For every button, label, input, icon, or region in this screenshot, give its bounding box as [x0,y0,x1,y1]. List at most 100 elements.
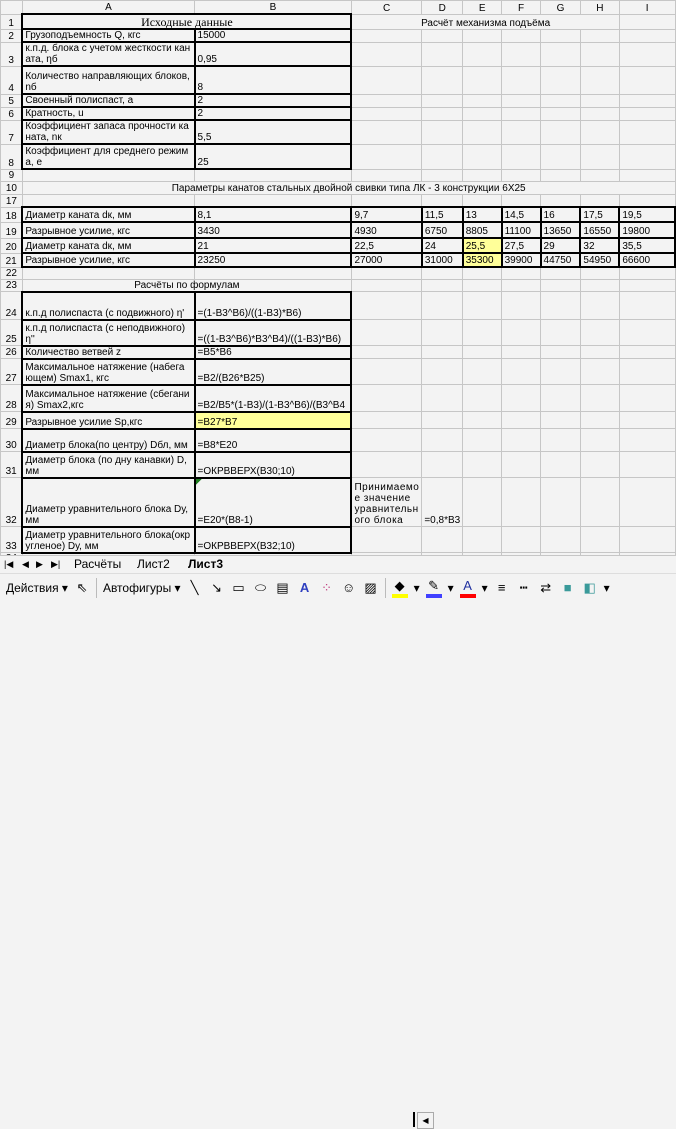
cell-C28[interactable] [350,384,423,412]
cell-F18[interactable]: 14,5 [500,206,542,223]
cell-B28[interactable]: =B2/B5*(1-B3)/(1-B3^B6)/(B3^B4 [193,384,353,413]
cell-F26[interactable] [501,345,542,359]
cell-A27[interactable]: Максимальное натяжение (набегающем) Smax… [21,358,196,386]
cell-A28[interactable]: Максимальное натяжение (сбегания) Smax2,… [21,384,196,413]
cell-E31[interactable] [462,451,503,478]
cell-C24[interactable] [350,291,423,320]
cell-A31[interactable]: Диаметр блока (по дну канавки) D, мм [21,451,196,479]
cell-D24[interactable] [421,291,464,320]
cell-I24[interactable] [618,291,676,320]
cell-A22[interactable] [21,266,196,280]
cell-B27[interactable]: =B2/(B26*B25) [193,358,353,386]
column-header-C[interactable]: C [350,0,423,15]
row-header[interactable]: 28 [0,384,23,412]
row-header[interactable]: 1 [0,13,23,30]
cell-H30[interactable] [579,428,620,452]
cell-F25[interactable] [501,319,542,346]
cell-E25[interactable] [462,319,503,346]
cell-I31[interactable] [618,451,676,478]
cell-F23[interactable] [501,278,542,292]
line-color-icon[interactable]: ✎ [425,578,442,598]
fill-color-icon[interactable]: ◆ [391,578,408,598]
column-header-D[interactable]: D [421,0,464,15]
cell-F3[interactable] [501,41,542,67]
cell-F4[interactable] [501,65,542,95]
row-header[interactable]: 21 [0,252,23,268]
row-header[interactable]: 10 [0,180,23,195]
arrow-icon[interactable]: ↘ [209,580,225,596]
3d-icon[interactable]: ◧ [582,580,598,596]
cell-E22[interactable] [462,266,503,280]
cell-F29[interactable] [501,411,542,429]
cell-I20[interactable]: 35,5 [618,237,676,254]
cell-F6[interactable] [501,106,542,121]
cell-G8[interactable] [540,143,581,170]
cell-H29[interactable] [579,411,620,429]
cell-I6[interactable] [618,106,676,121]
cell-F27[interactable] [501,358,542,385]
cell-E18[interactable]: 13 [461,206,503,223]
row-header[interactable]: 4 [0,65,23,95]
cell-E2[interactable] [462,28,503,43]
cell-C27[interactable] [350,358,423,385]
cell-H31[interactable] [579,451,620,478]
cell-D25[interactable] [421,319,464,346]
next-sheet-icon[interactable]: ▶ [36,559,43,570]
cell-D3[interactable] [421,41,464,67]
cell-I5[interactable] [618,93,676,108]
cell-B20[interactable]: 21 [193,237,353,254]
cell-G18[interactable]: 16 [539,206,582,223]
cell-F5[interactable] [501,93,542,108]
row-header[interactable]: 2 [0,28,23,43]
cell-D26[interactable] [421,345,464,359]
cell-F31[interactable] [501,451,542,478]
cell-F17[interactable] [501,193,542,208]
cell-G3[interactable] [540,41,581,67]
cell-H4[interactable] [579,65,620,95]
cell-G4[interactable] [540,65,581,95]
cell-I2[interactable] [618,28,676,43]
cell-A1[interactable]: Исходные данные [21,13,353,30]
row-header[interactable]: 9 [0,168,23,182]
cell-D8[interactable] [421,143,464,170]
cell-H33[interactable] [579,526,620,553]
cell-E20[interactable]: 25,5 [461,237,503,254]
cell-C29[interactable] [350,411,423,429]
cell-B9[interactable] [194,168,352,182]
dash-style-icon[interactable]: ┅ [516,580,532,596]
select-pointer-icon[interactable]: ⇖ [74,580,90,596]
row-header[interactable]: 25 [0,319,23,346]
cell-E17[interactable] [462,193,503,208]
cell-G29[interactable] [540,411,581,429]
cell-B18[interactable]: 8,1 [193,206,353,223]
actions-menu-button[interactable]: Действия ▾ [6,581,68,595]
cell-I21[interactable]: 66600 [618,252,676,268]
cell-G33[interactable] [540,526,581,553]
horizontal-scrollbar[interactable]: ◀ [413,1112,676,1129]
oval-icon[interactable]: ⬭ [253,580,269,596]
row-header[interactable]: 29 [0,411,23,429]
cell-H32[interactable] [579,477,620,527]
cell-G26[interactable] [540,345,581,359]
cell-C2[interactable] [350,28,423,43]
cell-A29[interactable]: Разрывное усилие Sp,кгс [21,411,196,430]
cell-D23[interactable] [421,278,464,292]
column-header-G[interactable]: G [540,0,581,15]
cell-F24[interactable] [501,291,542,320]
cell-A8[interactable]: Коэффициент для среднего режима, e [21,143,196,170]
cell-B6[interactable]: 2 [193,106,353,121]
cell-E26[interactable] [462,345,503,359]
cell-I17[interactable] [618,193,676,208]
cell-G2[interactable] [540,28,581,43]
cell-C33[interactable] [350,526,423,553]
cell-A21[interactable]: Разрывное усилие, кгс [21,252,196,268]
cell-H5[interactable] [579,93,620,108]
cell-E19[interactable]: 8805 [461,221,503,239]
picture-icon[interactable]: ▨ [363,580,379,596]
tab-list3[interactable]: Лист3 [182,557,229,571]
cell-I22[interactable] [618,266,676,280]
cell-B17[interactable] [194,193,352,208]
cell-F9[interactable] [501,168,542,182]
cell-E28[interactable] [462,384,503,412]
cell-C9[interactable] [350,168,423,182]
